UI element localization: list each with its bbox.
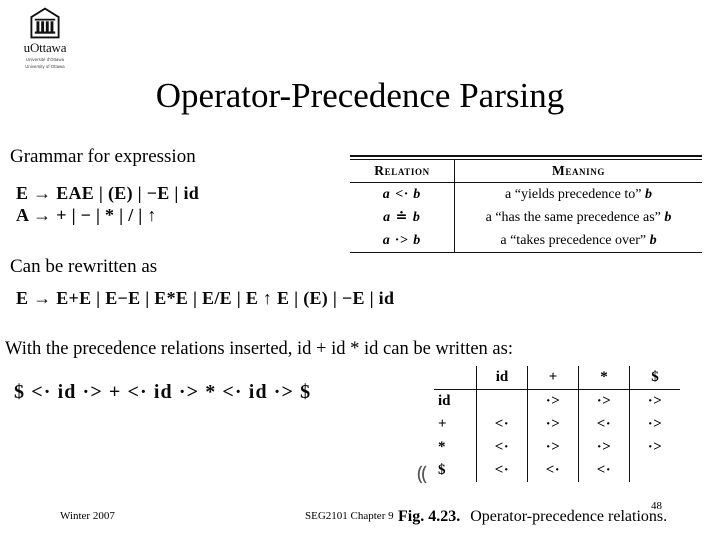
slide-canvas: uOttawa Université d'Ottawa University o… bbox=[0, 0, 720, 540]
logo-wordmark: uOttawa bbox=[23, 40, 67, 55]
table-row: * <· ·> ·> ·> bbox=[434, 436, 680, 459]
matrix-col-header-star: * bbox=[578, 366, 630, 390]
matrix-row-header-id: id bbox=[434, 389, 477, 413]
matrix-cell: ·> bbox=[647, 439, 663, 455]
scan-artifact-mark: ⸨ bbox=[417, 463, 428, 485]
meaning-var: b bbox=[664, 209, 672, 225]
meaning-cell: a “yields precedence to” b bbox=[455, 183, 703, 207]
matrix-cell: <· bbox=[527, 459, 579, 482]
matrix-row-header-dollar: $ bbox=[434, 459, 477, 482]
matrix-col-header-id: id bbox=[476, 366, 528, 390]
matrix-cell: <· bbox=[476, 436, 528, 459]
relation-table-header-row: Relation Meaning bbox=[350, 160, 702, 183]
matrix-cell: <· bbox=[578, 413, 630, 436]
grammar-label: Grammar for expression bbox=[10, 146, 196, 167]
matrix-cell: ·> bbox=[578, 436, 630, 459]
figure-caption-text: Operator-precedence relations. bbox=[470, 508, 668, 525]
logo-tagline-fr: Université d'Ottawa bbox=[25, 57, 65, 62]
relation-cell: a ≐ b bbox=[350, 206, 455, 229]
footer-course: SEG2101 Chapter 9 bbox=[305, 510, 394, 522]
precedence-matrix-grid: id + * $ id ·> ·> ·> + <· ·> <· ·> * <· … bbox=[434, 366, 680, 482]
meaning-cell: a “takes precedence over” b bbox=[455, 229, 703, 252]
table-row: a ·> b a “takes precedence over” b bbox=[350, 229, 702, 252]
matrix-cell: <· bbox=[578, 459, 630, 482]
table-row: $ <· <· <· bbox=[434, 459, 680, 482]
matrix-header-row: id + * $ bbox=[434, 366, 680, 390]
operator-precedence-matrix: id + * $ id ·> ·> ·> + <· ·> <· ·> * <· … bbox=[434, 366, 680, 482]
meaning-var: b bbox=[649, 232, 657, 248]
meaning-column-header: Meaning bbox=[454, 160, 702, 183]
matrix-col-header-dollar: $ bbox=[629, 366, 680, 390]
matrix-row-header-plus: + bbox=[434, 413, 477, 436]
footer-term: Winter 2007 bbox=[60, 510, 115, 522]
rewritten-label: Can be rewritten as bbox=[10, 256, 158, 277]
matrix-cell: <· bbox=[476, 459, 528, 482]
meaning-text: a “takes precedence over” bbox=[500, 232, 650, 248]
relation-column-header: Relation bbox=[350, 160, 455, 183]
footer-page-number: 48 bbox=[651, 500, 662, 512]
matrix-cell: ·> bbox=[647, 416, 663, 432]
meaning-text: a “has the same precedence as” bbox=[485, 209, 665, 225]
matrix-cell bbox=[476, 389, 528, 413]
matrix-cell: ·> bbox=[578, 389, 630, 413]
uottawa-crest-icon bbox=[30, 7, 60, 39]
meaning-text: a “yields precedence to” bbox=[505, 186, 645, 202]
matrix-corner-cell bbox=[434, 366, 477, 390]
relation-table-grid: Relation Meaning a <· b a “yields preced… bbox=[350, 160, 702, 252]
production-rule-e: E → EAE | (E) | −E | id bbox=[16, 183, 200, 203]
production-rule-a: A → + | − | * | / | ↑ bbox=[16, 205, 157, 225]
table-row: id ·> ·> ·> bbox=[434, 389, 680, 413]
logo-tagline-en: University of Ottawa bbox=[25, 64, 65, 70]
figure-number: Fig. 4.23. bbox=[398, 508, 461, 525]
matrix-cell: <· bbox=[476, 413, 528, 436]
matrix-cell: ·> bbox=[527, 389, 579, 413]
slide-title: Operator-Precedence Parsing bbox=[155, 76, 565, 115]
relation-cell: a ·> b bbox=[350, 229, 455, 252]
table-row: a ≐ b a “has the same precedence as” b bbox=[350, 206, 702, 229]
table-row: a <· b a “yields precedence to” b bbox=[350, 182, 703, 207]
figure-caption: Fig. 4.23. Operator-precedence relations. bbox=[398, 508, 667, 526]
matrix-cell: ·> bbox=[647, 393, 663, 409]
uottawa-logo: uOttawa Université d'Ottawa University o… bbox=[12, 6, 78, 76]
matrix-col-header-plus: + bbox=[527, 366, 579, 390]
matrix-cell: ·> bbox=[527, 413, 579, 436]
matrix-cell bbox=[630, 459, 681, 482]
production-rule-rewritten: E → E+E | E−E | E*E | E/E | E ↑ E | (E) … bbox=[16, 288, 395, 308]
sentential-form-expression: $ <· id ·> + <· id ·> * <· id ·> $ bbox=[14, 381, 312, 403]
matrix-cell: ·> bbox=[527, 436, 579, 459]
meaning-var: b bbox=[644, 186, 652, 202]
table-bottom-rule bbox=[350, 252, 702, 253]
matrix-row-header-star: * bbox=[434, 436, 477, 459]
meaning-cell: a “has the same precedence as” b bbox=[455, 206, 703, 229]
table-row: + <· ·> <· ·> bbox=[434, 413, 680, 436]
relation-meaning-table: Relation Meaning a <· b a “yields preced… bbox=[350, 155, 702, 253]
inserted-relations-label: With the precedence relations inserted, … bbox=[5, 339, 513, 359]
relation-cell: a <· b bbox=[350, 182, 455, 206]
